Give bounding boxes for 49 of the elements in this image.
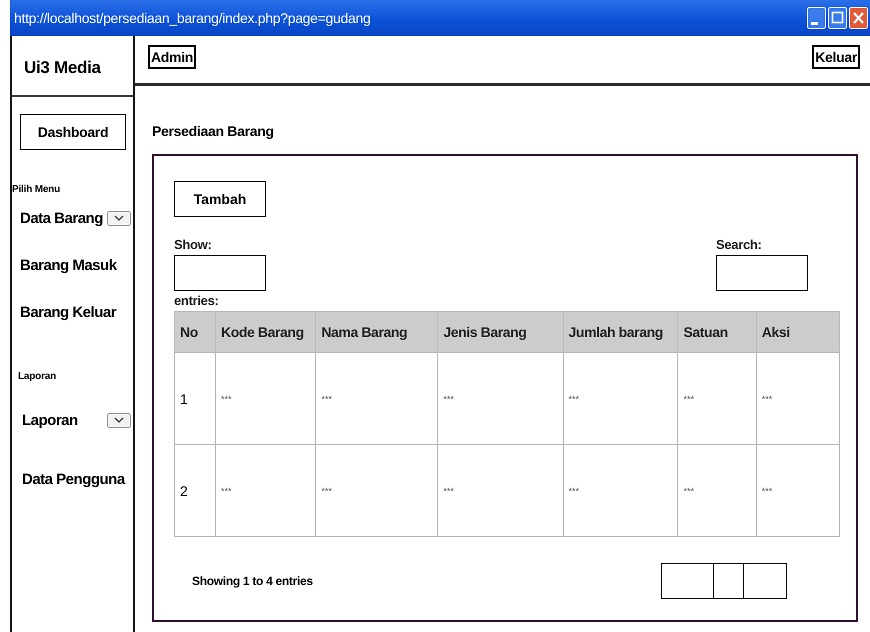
table-cell: *** (438, 444, 564, 536)
table-cell: 2 (174, 444, 216, 536)
table-cell: *** (678, 444, 756, 536)
brand-name: Ui3 Media (12, 36, 133, 97)
column-header: Aksi (756, 312, 840, 352)
table-cell: *** (756, 352, 840, 444)
menu-heading: Laporan (18, 371, 58, 382)
minimize-icon[interactable] (807, 7, 826, 29)
table-cell: *** (316, 352, 438, 444)
table-cell: *** (563, 444, 678, 536)
table-cell: *** (678, 352, 756, 444)
table-cell: 1 (174, 352, 216, 444)
dashboard-button[interactable]: Dashboard (20, 114, 126, 150)
maximize-icon[interactable] (828, 7, 847, 29)
column-header: Jumlah barang (563, 312, 678, 352)
menu-item[interactable]: Data Barang (20, 210, 103, 227)
table-cell: *** (216, 444, 316, 536)
menu-item[interactable]: Barang Masuk (20, 257, 133, 274)
table-cell: *** (216, 352, 316, 444)
window-title: http://localhost/persediaan_barang/index.php?page=gudang (14, 10, 370, 26)
dropdown-icon[interactable] (107, 211, 131, 226)
search-field[interactable] (716, 255, 808, 291)
menu-item[interactable]: Data Pengguna (22, 471, 133, 488)
column-header: Kode Barang (216, 312, 316, 352)
table-cell: *** (756, 444, 840, 536)
entries-field[interactable] (174, 255, 266, 291)
close-icon[interactable] (849, 7, 868, 29)
admin-button[interactable]: Admin (148, 44, 196, 68)
entries-label: entries: (174, 293, 220, 308)
dropdown-icon[interactable] (107, 413, 131, 428)
show-label: Show: (174, 237, 212, 252)
menu-item[interactable]: Barang Keluar (20, 304, 133, 321)
table-cell: *** (563, 352, 678, 444)
column-header: No (174, 312, 216, 352)
column-header: Nama Barang (316, 312, 438, 352)
column-header: Jenis Barang (438, 312, 564, 352)
add-button[interactable]: Tambah (174, 181, 266, 217)
search-label: Search: (716, 237, 763, 252)
page-button[interactable] (661, 563, 714, 599)
menu-item[interactable]: Laporan (22, 412, 78, 429)
table-cell: *** (438, 352, 564, 444)
column-header: Satuan (678, 312, 756, 352)
entries-info: Showing 1 to 4 entries (192, 574, 313, 588)
logout-button[interactable]: Keluar (812, 44, 860, 68)
page-button[interactable] (712, 563, 744, 599)
menu-heading: Pilih Menu (12, 184, 62, 195)
page-title: Persediaan Barang (152, 123, 275, 139)
page-button[interactable] (743, 563, 787, 599)
table-cell: *** (316, 444, 438, 536)
